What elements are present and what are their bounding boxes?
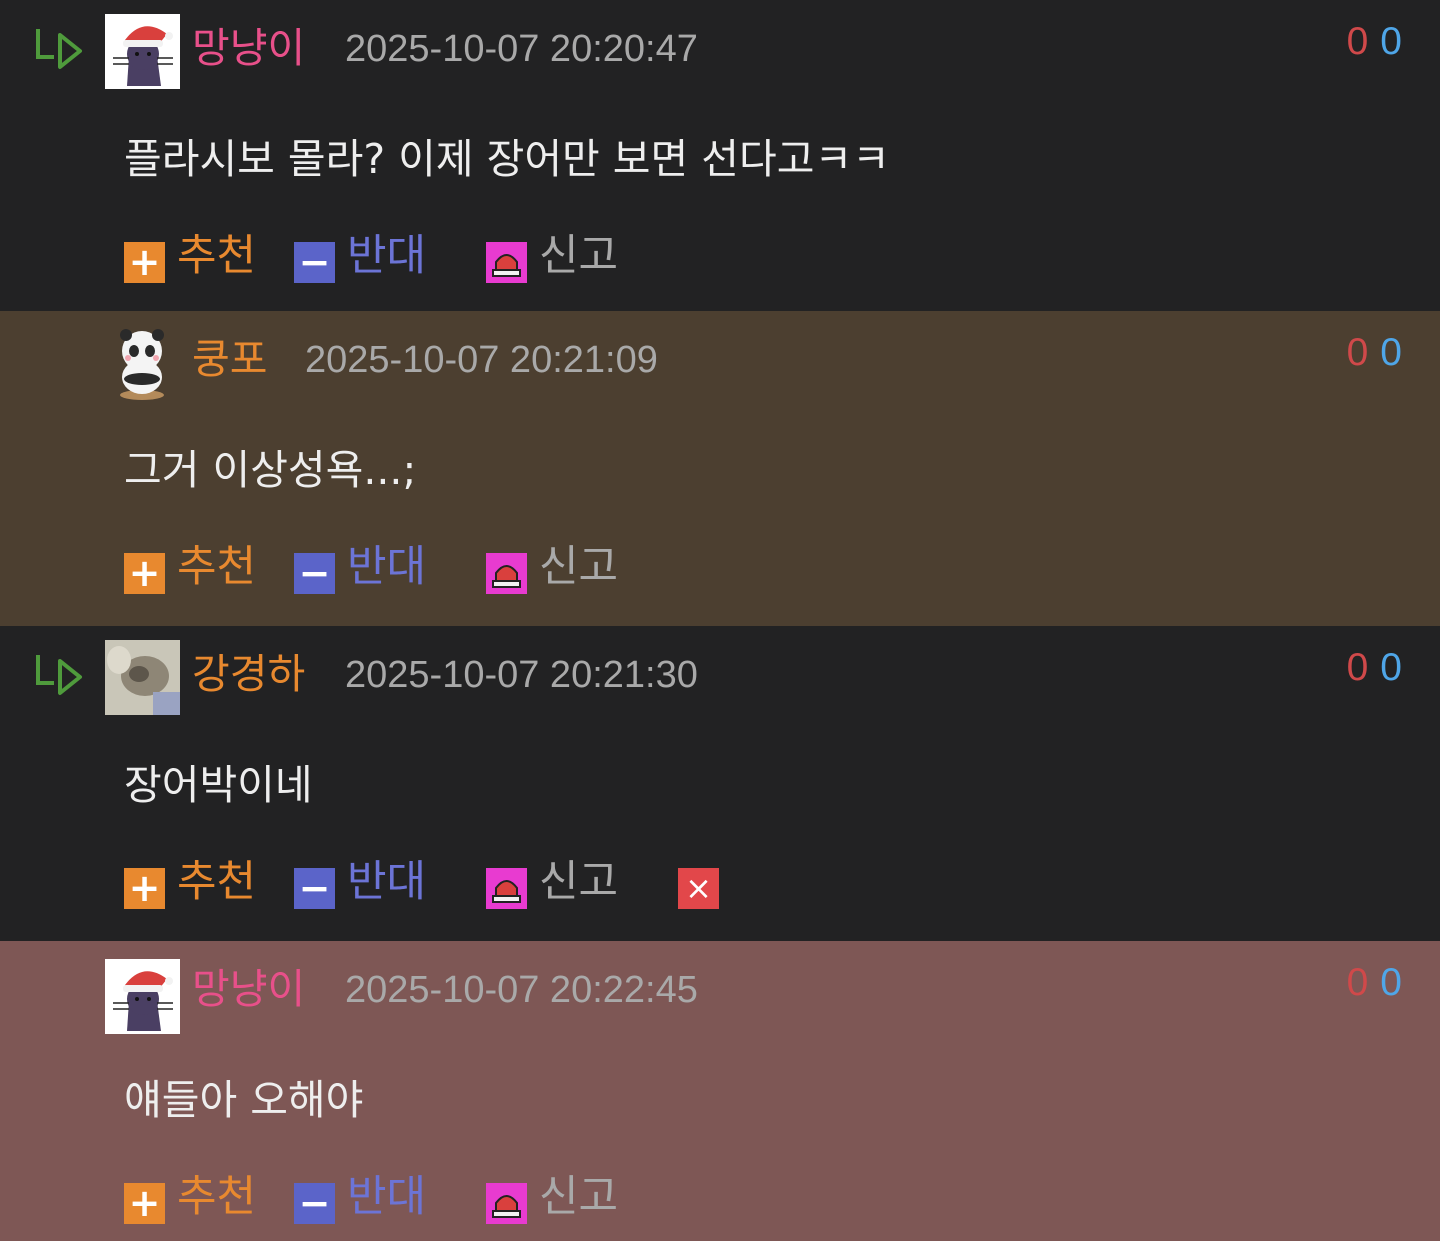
oppose-label: 반대 xyxy=(347,857,427,907)
plus-icon: + xyxy=(124,242,165,283)
recommend-button[interactable]: + 추천 xyxy=(124,1169,264,1225)
close-icon: × xyxy=(678,868,719,909)
vote-scores: 00 xyxy=(1347,957,1402,1009)
vote-scores: 00 xyxy=(1347,327,1402,379)
panda-avatar[interactable] xyxy=(112,327,172,402)
vote-scores: 00 xyxy=(1347,642,1402,694)
oppose-label: 반대 xyxy=(347,231,427,281)
score-up: 0 xyxy=(1346,961,1369,1004)
recommend-button[interactable]: + 추천 xyxy=(124,228,264,284)
score-up: 0 xyxy=(1346,20,1369,63)
recommend-label: 추천 xyxy=(177,231,257,281)
comment-item: 쿵포 2025-10-07 20:21:09 00 그거 이상성욕...; + 추… xyxy=(0,311,1440,626)
report-label: 신고 xyxy=(539,542,619,592)
report-button[interactable]: 신고 xyxy=(486,228,626,284)
score-up: 0 xyxy=(1346,646,1369,689)
siren-icon xyxy=(486,868,527,909)
oppose-button[interactable]: − 반대 xyxy=(294,539,434,595)
blurred-photo-avatar[interactable] xyxy=(105,640,180,715)
comment-item: 망냥이 2025-10-07 20:22:45 00 얘들아 오해야 + 추천 −… xyxy=(0,941,1440,1241)
timestamp: 2025-10-07 20:20:47 xyxy=(345,28,698,70)
minus-icon: − xyxy=(294,1183,335,1224)
score-down: 0 xyxy=(1380,646,1402,689)
reply-arrow-icon xyxy=(36,29,82,69)
nickname[interactable]: 쿵포 xyxy=(192,331,267,387)
report-label: 신고 xyxy=(539,1172,619,1222)
report-button[interactable]: 신고 xyxy=(486,1169,626,1225)
oppose-button[interactable]: − 반대 xyxy=(294,854,434,910)
recommend-label: 추천 xyxy=(177,542,257,592)
recommend-button[interactable]: + 추천 xyxy=(124,539,264,595)
nickname[interactable]: 강경하 xyxy=(192,646,305,702)
oppose-label: 반대 xyxy=(347,1172,427,1222)
nickname[interactable]: 망냥이 xyxy=(192,20,305,76)
report-button[interactable]: 신고 xyxy=(486,539,626,595)
nickname[interactable]: 망냥이 xyxy=(192,961,305,1017)
oppose-button[interactable]: − 반대 xyxy=(294,1169,434,1225)
vote-scores: 00 xyxy=(1347,16,1402,68)
comment-list: 망냥이 2025-10-07 20:20:47 00 플라시보 몰라? 이제 장… xyxy=(0,0,1440,1241)
comment-actions: + 추천 − 반대 신고 xyxy=(124,228,824,284)
oppose-label: 반대 xyxy=(347,542,427,592)
minus-icon: − xyxy=(294,868,335,909)
plus-icon: + xyxy=(124,553,165,594)
comment-text: 장어박이네 xyxy=(124,761,313,809)
siren-icon xyxy=(486,1183,527,1224)
plus-icon: + xyxy=(124,1183,165,1224)
cat-santa-avatar[interactable] xyxy=(105,959,180,1034)
report-label: 신고 xyxy=(539,231,619,281)
comment-actions: + 추천 − 반대 신고 xyxy=(124,1169,824,1225)
score-down: 0 xyxy=(1380,961,1402,1004)
comment-text: 그거 이상성욕...; xyxy=(124,446,417,494)
reply-arrow-icon xyxy=(36,655,82,695)
recommend-button[interactable]: + 추천 xyxy=(124,854,264,910)
timestamp: 2025-10-07 20:22:45 xyxy=(345,969,698,1011)
timestamp: 2025-10-07 20:21:30 xyxy=(345,654,698,696)
minus-icon: − xyxy=(294,242,335,283)
timestamp: 2025-10-07 20:21:09 xyxy=(305,339,658,381)
report-label: 신고 xyxy=(539,857,619,907)
comment-actions: + 추천 − 반대 신고 × xyxy=(124,854,824,910)
comment-text: 얘들아 오해야 xyxy=(124,1076,364,1124)
oppose-button[interactable]: − 반대 xyxy=(294,228,434,284)
comment-actions: + 추천 − 반대 신고 xyxy=(124,539,824,595)
recommend-label: 추천 xyxy=(177,857,257,907)
score-down: 0 xyxy=(1380,331,1402,374)
minus-icon: − xyxy=(294,553,335,594)
comment-text: 플라시보 몰라? 이제 장어만 보면 선다고ㅋㅋ xyxy=(124,135,890,183)
report-button[interactable]: 신고 xyxy=(486,854,626,910)
comment-item: 강경하 2025-10-07 20:21:30 00 장어박이네 + 추천 − 반대… xyxy=(0,626,1440,941)
delete-button[interactable]: × xyxy=(678,854,720,910)
plus-icon: + xyxy=(124,868,165,909)
score-up: 0 xyxy=(1346,331,1369,374)
siren-icon xyxy=(486,242,527,283)
recommend-label: 추천 xyxy=(177,1172,257,1222)
score-down: 0 xyxy=(1380,20,1402,63)
siren-icon xyxy=(486,553,527,594)
cat-santa-avatar[interactable] xyxy=(105,14,180,89)
comment-item: 망냥이 2025-10-07 20:20:47 00 플라시보 몰라? 이제 장… xyxy=(0,0,1440,311)
